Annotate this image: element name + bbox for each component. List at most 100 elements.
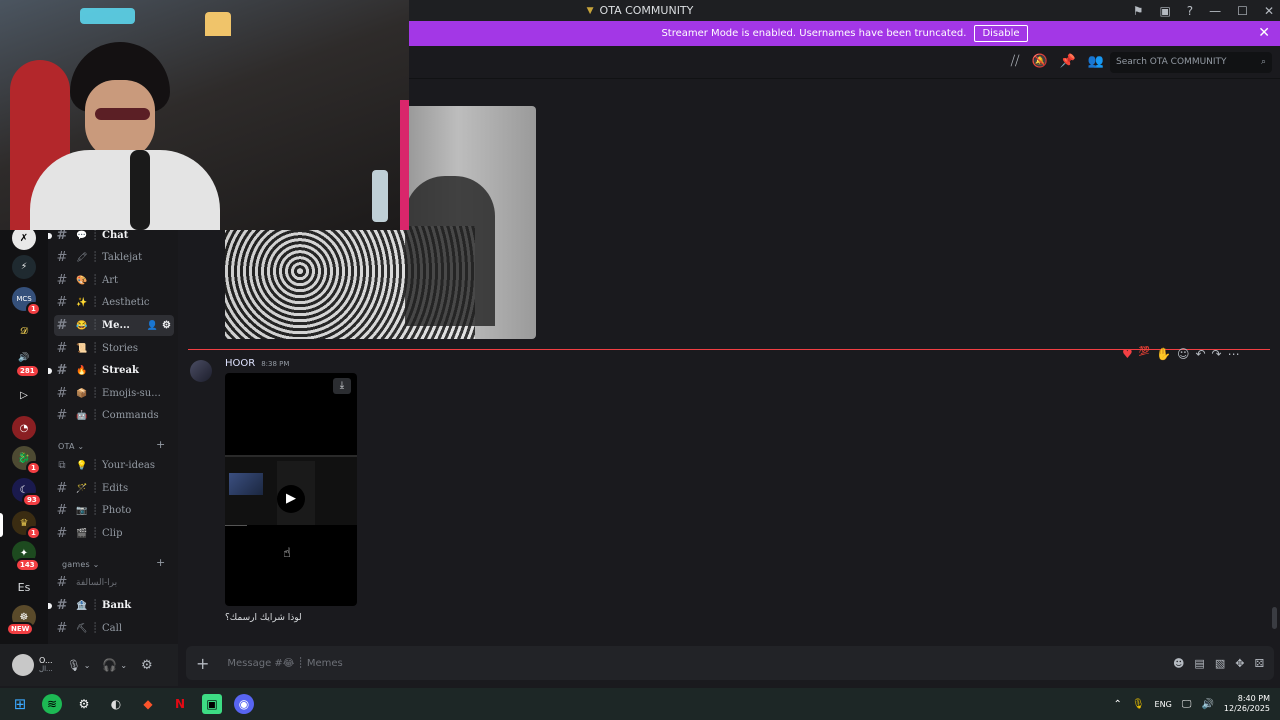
message-author[interactable]: HOOR [225, 358, 255, 369]
invite-icon[interactable]: 👤 [147, 321, 158, 331]
pink-light [400, 100, 409, 230]
mic-chevron-icon[interactable]: ⌄ [84, 661, 91, 670]
language-indicator[interactable]: ENG [1155, 700, 1172, 709]
flag-icon[interactable]: ⚑ [1133, 4, 1144, 18]
reply-icon[interactable]: ↶ [1195, 347, 1205, 361]
mute-bell-icon[interactable]: 🔕 [1031, 54, 1047, 69]
hundred-reaction-icon[interactable]: 💯 [1139, 347, 1150, 361]
emoji-icon[interactable]: ✥ [1235, 657, 1244, 670]
channel-aesthetic[interactable]: # ✨ ┊ Aesthetic [54, 292, 174, 313]
maximize-button[interactable]: ☐ [1237, 4, 1248, 18]
message-input[interactable]: Message #😂 ┊ Memes [227, 658, 342, 669]
add-reaction-icon[interactable]: ☺ [1177, 347, 1190, 361]
channel-your-ideas[interactable]: ⧉ 💡 ┊ Your-ideas [54, 455, 174, 476]
download-icon[interactable]: ⤓ [333, 378, 351, 394]
netflix-icon[interactable]: N [170, 694, 190, 714]
channel-memes[interactable]: # 😂 ┊ Me... 👤 ⚙ [54, 315, 174, 336]
search-icon: ⌕ [1260, 57, 1266, 67]
sunglasses [95, 108, 150, 120]
channel-header: ⧸⧸ 🔕 📌 👥 Search OTA COMMUNITY ⌕ [409, 46, 1280, 79]
forward-icon[interactable]: ↷ [1212, 347, 1222, 361]
play-button[interactable]: ▶ [277, 485, 305, 513]
hand-reaction-icon[interactable]: ✋ [1156, 347, 1171, 361]
search-input[interactable]: Search OTA COMMUNITY ⌕ [1110, 52, 1272, 73]
scrollbar[interactable] [1272, 607, 1277, 629]
microphone-icon[interactable]: 🎙 [67, 659, 81, 672]
channel-emojis[interactable]: # 📦 ┊ Emojis-su... [54, 383, 174, 404]
avatar[interactable] [190, 360, 212, 382]
channel-commands[interactable]: # 🤖 ┊ Commands [54, 405, 174, 426]
threads-icon[interactable]: ⧸⧸ [1011, 54, 1020, 69]
heart-reaction-icon[interactable]: ♥ [1122, 347, 1133, 361]
badge-3: 1 [26, 461, 41, 475]
android-icon[interactable]: ▣ [202, 694, 222, 714]
new-messages-divider [188, 349, 1270, 350]
server-icon-2[interactable]: ⚡ [12, 255, 36, 279]
server-icon-7[interactable]: ◔ [12, 416, 36, 440]
close-icon[interactable]: ✕ [1258, 25, 1270, 41]
channel-edits[interactable]: # 🪄 ┊ Edits [54, 478, 174, 499]
channel-streak[interactable]: # 🔥 ┊ Streak [54, 360, 174, 381]
headphones-chevron-icon[interactable]: ⌄ [120, 661, 127, 670]
windows-start-icon[interactable]: ⊞ [10, 694, 30, 714]
bottle [372, 170, 388, 222]
clock[interactable]: 8:40 PM 12/26/2025 [1224, 694, 1270, 714]
gift-icon[interactable]: ☻ [1173, 657, 1184, 670]
window-title: OTA COMMUNITY [599, 4, 694, 17]
monitor-icon[interactable]: 🖵 [1182, 699, 1192, 710]
server-icon-6[interactable]: ▷ [12, 383, 36, 407]
badge-1: 1 [26, 302, 41, 316]
channel-photo[interactable]: # 📷 ┊ Photo [54, 500, 174, 521]
channel-bank[interactable]: # 🏦 ┊ Bank [54, 595, 174, 616]
badge-5: 1 [26, 526, 41, 540]
close-window-button[interactable]: ✕ [1264, 4, 1274, 18]
tray-mic-icon[interactable]: 🎙 [1132, 699, 1145, 710]
server-icon-4[interactable]: 𝓓 [12, 319, 36, 343]
selected-pip [0, 513, 3, 537]
taskbar: ⊞ ≋ ⚙ ◐ ◆ N ▣ ◉ ⌃ 🎙 ENG 🖵 🔊 8:40 PM 12/2… [0, 688, 1280, 720]
channel-art[interactable]: # 🎨 ┊ Art [54, 270, 174, 291]
user-settings-icon[interactable]: ⚙ [141, 658, 153, 673]
brave-icon[interactable]: ◆ [138, 694, 158, 714]
apps-icon[interactable]: ⚄ [1254, 657, 1264, 670]
channel-taklejat[interactable]: # 🖍 ┊ Taklejat [54, 247, 174, 268]
user-status: ال... [39, 664, 53, 673]
help-icon[interactable]: ? [1187, 4, 1193, 18]
server-icon-es[interactable]: Es [12, 575, 36, 599]
tray-chevron-icon[interactable]: ⌃ [1113, 699, 1121, 710]
spotify-icon[interactable]: ≋ [42, 694, 62, 714]
video-thumb [229, 473, 263, 495]
volume-icon[interactable]: 🔊 [1201, 699, 1213, 710]
category-games[interactable]: games ⌄ [62, 560, 100, 569]
screen-icon[interactable]: ▣ [1159, 4, 1170, 18]
headphones-icon[interactable]: 🎧 [102, 658, 117, 672]
attach-plus-icon[interactable]: + [196, 654, 209, 673]
steam-icon[interactable]: ⚙ [74, 694, 94, 714]
video-attachment[interactable]: ⤓ ▶ [225, 373, 357, 606]
message-time: 8:38 PM [261, 360, 290, 368]
channel-list: # 💬 ┊ Chat # 🖍 ┊ Taklejat # 🎨 ┊ Art # ✨ ┊ Aesthetic … [48, 228, 178, 644]
pin-icon[interactable]: 📌 [1060, 54, 1076, 69]
channel-call[interactable]: # ⛏ ┊ Call [54, 618, 174, 639]
gif-icon[interactable]: ▤ [1194, 657, 1204, 670]
user-panel: O... ال... 🎙 ⌄ 🎧 ⌄ ⚙ [0, 644, 178, 686]
channel-stories[interactable]: # 📜 ┊ Stories [54, 338, 174, 359]
channel-bara-alsalfa[interactable]: # برا-السالفة [54, 572, 174, 593]
disable-button[interactable]: Disable [974, 25, 1028, 42]
members-icon[interactable]: 👥 [1088, 54, 1104, 69]
minimize-button[interactable]: — [1209, 4, 1221, 18]
obs-icon[interactable]: ◐ [106, 694, 126, 714]
user-avatar[interactable] [12, 654, 34, 676]
category-ota[interactable]: OTA ⌄ [58, 442, 84, 451]
settings-gear-icon[interactable]: ⚙ [162, 320, 171, 331]
discord-icon[interactable]: ◉ [234, 694, 254, 714]
add-channel-icon-2[interactable]: + [156, 556, 165, 569]
sticker-icon[interactable]: ▧ [1215, 657, 1225, 670]
add-channel-icon[interactable]: + [156, 438, 165, 451]
more-icon[interactable]: ⋯ [1228, 347, 1240, 361]
mouse-cursor-icon: ☝ [283, 546, 291, 561]
badge-6: 143 [15, 558, 40, 572]
channel-clip[interactable]: # 🎬 ┊ Clip [54, 523, 174, 544]
badge-2: 281 [15, 364, 40, 378]
message-composer[interactable]: + Message #😂 ┊ Memes ☻ ▤ ▧ ✥ ⚄ [186, 646, 1274, 680]
